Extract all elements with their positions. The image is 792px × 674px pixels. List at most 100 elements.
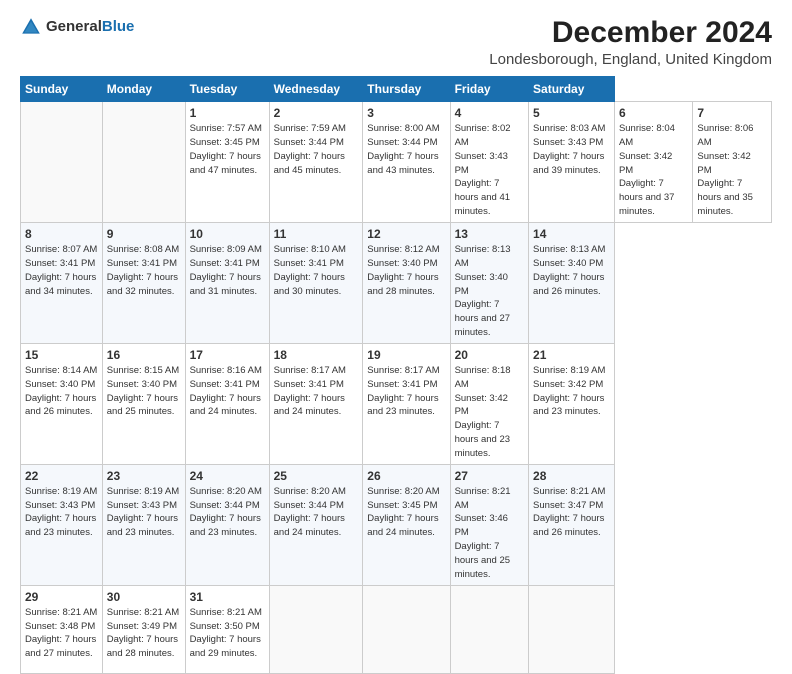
day-info: Sunrise: 8:13 AMSunset: 3:40 PMDaylight:… — [455, 244, 511, 338]
day-number: 18 — [274, 347, 359, 363]
empty-cell — [269, 585, 363, 673]
day-info: Sunrise: 8:16 AMSunset: 3:41 PMDaylight:… — [190, 365, 262, 417]
day-number: 26 — [367, 468, 445, 484]
day-cell-21: 21 Sunrise: 8:19 AMSunset: 3:42 PMDayligh… — [529, 343, 615, 464]
day-info: Sunrise: 8:20 AMSunset: 3:45 PMDaylight:… — [367, 486, 439, 538]
day-number: 14 — [533, 226, 610, 242]
page: GeneralBlue December 2024 Londesborough,… — [0, 0, 792, 612]
day-number: 28 — [533, 468, 610, 484]
col-header-friday: Friday — [450, 77, 528, 102]
day-number: 8 — [25, 226, 98, 242]
day-cell-25: 25Sunrise: 8:20 AMSunset: 3:44 PMDayligh… — [269, 464, 363, 585]
day-cell-29: 29 Sunrise: 8:21 AMSunset: 3:48 PMDayligh… — [21, 585, 103, 673]
day-cell-19: 19 Sunrise: 8:17 AMSunset: 3:41 PMDayligh… — [363, 343, 450, 464]
day-cell-31: 31 Sunrise: 8:21 AMSunset: 3:50 PMDayligh… — [185, 585, 269, 673]
day-number: 30 — [107, 589, 181, 605]
day-number: 20 — [455, 347, 524, 363]
day-info: Sunrise: 8:19 AMSunset: 3:43 PMDaylight:… — [107, 486, 179, 538]
day-info: Sunrise: 8:02 AMSunset: 3:43 PMDaylight:… — [455, 123, 511, 217]
day-number: 3 — [367, 105, 445, 121]
day-info: Sunrise: 8:20 AMSunset: 3:44 PMDaylight:… — [190, 486, 262, 538]
day-number: 19 — [367, 347, 445, 363]
day-cell-28: 28Sunrise: 8:21 AMSunset: 3:47 PMDayligh… — [529, 464, 615, 585]
day-cell-1: 1 Sunrise: 7:57 AMSunset: 3:45 PMDaylight… — [185, 102, 269, 223]
day-number: 7 — [697, 105, 767, 121]
day-info: Sunrise: 8:21 AMSunset: 3:50 PMDaylight:… — [190, 607, 262, 659]
empty-cell — [363, 585, 450, 673]
day-info: Sunrise: 8:19 AMSunset: 3:43 PMDaylight:… — [25, 486, 97, 538]
logo-general: General — [46, 19, 102, 36]
col-header-monday: Monday — [102, 77, 185, 102]
day-info: Sunrise: 8:09 AMSunset: 3:41 PMDaylight:… — [190, 244, 262, 296]
empty-cell — [450, 585, 528, 673]
day-info: Sunrise: 8:07 AMSunset: 3:41 PMDaylight:… — [25, 244, 97, 296]
day-info: Sunrise: 8:17 AMSunset: 3:41 PMDaylight:… — [367, 365, 439, 417]
day-number: 21 — [533, 347, 610, 363]
day-number: 9 — [107, 226, 181, 242]
day-info: Sunrise: 7:59 AMSunset: 3:44 PMDaylight:… — [274, 123, 346, 175]
day-cell-3: 3 Sunrise: 8:00 AMSunset: 3:44 PMDaylight… — [363, 102, 450, 223]
day-cell-10: 10 Sunrise: 8:09 AMSunset: 3:41 PMDayligh… — [185, 222, 269, 343]
header: GeneralBlue December 2024 Londesborough,… — [20, 16, 772, 68]
day-cell-18: 18Sunrise: 8:17 AMSunset: 3:41 PMDayligh… — [269, 343, 363, 464]
day-number: 2 — [274, 105, 359, 121]
day-number: 5 — [533, 105, 610, 121]
day-number: 10 — [190, 226, 265, 242]
week-row-5: 29 Sunrise: 8:21 AMSunset: 3:48 PMDayligh… — [21, 585, 772, 673]
col-header-thursday: Thursday — [363, 77, 450, 102]
day-info: Sunrise: 8:13 AMSunset: 3:40 PMDaylight:… — [533, 244, 605, 296]
logo-text: GeneralBlue — [46, 19, 134, 36]
col-header-sunday: Sunday — [21, 77, 103, 102]
day-number: 31 — [190, 589, 265, 605]
day-number: 25 — [274, 468, 359, 484]
day-info: Sunrise: 8:21 AMSunset: 3:46 PMDaylight:… — [455, 486, 511, 580]
col-header-saturday: Saturday — [529, 77, 615, 102]
day-cell-6: 6Sunrise: 8:04 AMSunset: 3:42 PMDaylight… — [614, 102, 692, 223]
calendar-table: SundayMondayTuesdayWednesdayThursdayFrid… — [20, 76, 772, 674]
day-cell-24: 24Sunrise: 8:20 AMSunset: 3:44 PMDayligh… — [185, 464, 269, 585]
subtitle: Londesborough, England, United Kingdom — [489, 51, 772, 68]
day-cell-26: 26 Sunrise: 8:20 AMSunset: 3:45 PMDayligh… — [363, 464, 450, 585]
day-info: Sunrise: 8:21 AMSunset: 3:49 PMDaylight:… — [107, 607, 179, 659]
col-header-wednesday: Wednesday — [269, 77, 363, 102]
day-cell-14: 14 Sunrise: 8:13 AMSunset: 3:40 PMDayligh… — [529, 222, 615, 343]
day-number: 27 — [455, 468, 524, 484]
week-row-3: 15Sunrise: 8:14 AMSunset: 3:40 PMDayligh… — [21, 343, 772, 464]
day-cell-17: 17Sunrise: 8:16 AMSunset: 3:41 PMDayligh… — [185, 343, 269, 464]
empty-cell — [102, 102, 185, 223]
day-number: 11 — [274, 226, 359, 242]
day-info: Sunrise: 8:03 AMSunset: 3:43 PMDaylight:… — [533, 123, 605, 175]
day-cell-5: 5 Sunrise: 8:03 AMSunset: 3:43 PMDaylight… — [529, 102, 615, 223]
main-title: December 2024 — [489, 16, 772, 49]
week-row-4: 22Sunrise: 8:19 AMSunset: 3:43 PMDayligh… — [21, 464, 772, 585]
day-info: Sunrise: 8:06 AMSunset: 3:42 PMDaylight:… — [697, 123, 753, 217]
empty-cell — [21, 102, 103, 223]
day-info: Sunrise: 8:18 AMSunset: 3:42 PMDaylight:… — [455, 365, 511, 459]
day-cell-27: 27 Sunrise: 8:21 AMSunset: 3:46 PMDayligh… — [450, 464, 528, 585]
day-cell-20: 20 Sunrise: 8:18 AMSunset: 3:42 PMDayligh… — [450, 343, 528, 464]
week-row-1: 1 Sunrise: 7:57 AMSunset: 3:45 PMDaylight… — [21, 102, 772, 223]
day-cell-12: 12 Sunrise: 8:12 AMSunset: 3:40 PMDayligh… — [363, 222, 450, 343]
day-cell-23: 23Sunrise: 8:19 AMSunset: 3:43 PMDayligh… — [102, 464, 185, 585]
day-cell-2: 2 Sunrise: 7:59 AMSunset: 3:44 PMDaylight… — [269, 102, 363, 223]
day-info: Sunrise: 8:19 AMSunset: 3:42 PMDaylight:… — [533, 365, 605, 417]
day-info: Sunrise: 8:14 AMSunset: 3:40 PMDaylight:… — [25, 365, 97, 417]
day-cell-15: 15Sunrise: 8:14 AMSunset: 3:40 PMDayligh… — [21, 343, 103, 464]
day-number: 1 — [190, 105, 265, 121]
day-info: Sunrise: 8:15 AMSunset: 3:40 PMDaylight:… — [107, 365, 179, 417]
day-number: 12 — [367, 226, 445, 242]
day-info: Sunrise: 7:57 AMSunset: 3:45 PMDaylight:… — [190, 123, 262, 175]
title-block: December 2024 Londesborough, England, Un… — [489, 16, 772, 68]
day-cell-11: 11Sunrise: 8:10 AMSunset: 3:41 PMDayligh… — [269, 222, 363, 343]
day-cell-9: 9Sunrise: 8:08 AMSunset: 3:41 PMDaylight… — [102, 222, 185, 343]
day-number: 13 — [455, 226, 524, 242]
logo: GeneralBlue — [20, 16, 134, 38]
logo-icon — [20, 16, 42, 38]
day-info: Sunrise: 8:21 AMSunset: 3:48 PMDaylight:… — [25, 607, 97, 659]
day-number: 6 — [619, 105, 688, 121]
day-info: Sunrise: 8:12 AMSunset: 3:40 PMDaylight:… — [367, 244, 439, 296]
day-info: Sunrise: 8:00 AMSunset: 3:44 PMDaylight:… — [367, 123, 439, 175]
day-number: 29 — [25, 589, 98, 605]
day-number: 16 — [107, 347, 181, 363]
day-cell-4: 4Sunrise: 8:02 AMSunset: 3:43 PMDaylight… — [450, 102, 528, 223]
